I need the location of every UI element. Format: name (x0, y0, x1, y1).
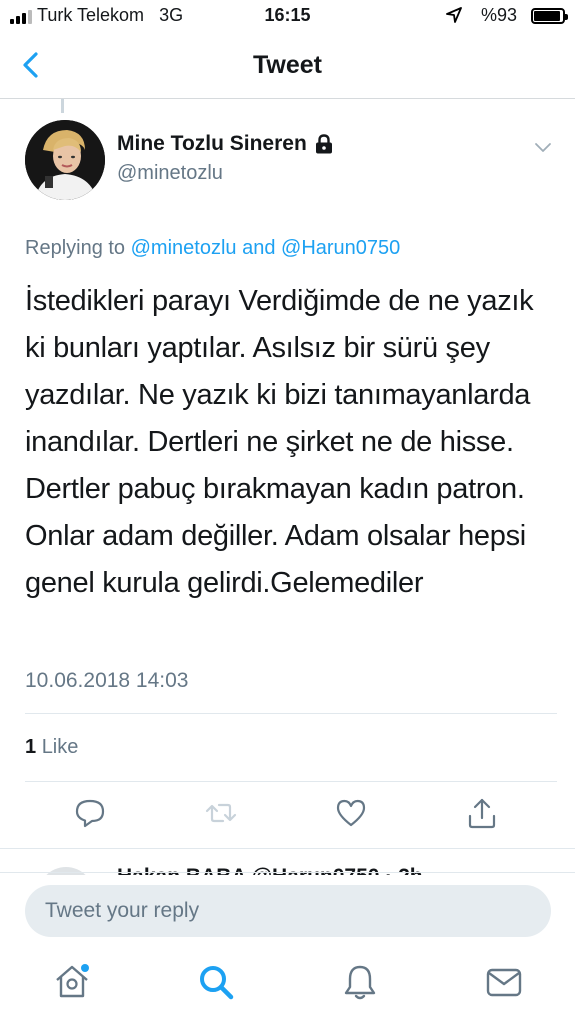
tab-bar (0, 944, 575, 1024)
notifications-icon[interactable] (340, 962, 380, 1002)
location-arrow-icon (446, 7, 462, 23)
likes-count[interactable]: 1 Like (25, 736, 78, 759)
new-content-dot (81, 964, 89, 972)
author-handle[interactable]: @minetozlu (117, 162, 223, 185)
reply-icon[interactable] (73, 796, 107, 830)
lock-icon (315, 134, 332, 154)
replying-conjunction[interactable]: and (242, 237, 275, 259)
reply-input[interactable]: Tweet your reply (25, 885, 551, 937)
avatar-photo (25, 120, 105, 200)
reply-header: Hakan BABA @Harun0750 · 2h (117, 865, 423, 875)
battery-percent: %93 (480, 5, 517, 25)
author-name-row[interactable]: Mine Tozlu Sineren (117, 132, 333, 156)
divider (0, 872, 575, 873)
reply-avatar (38, 867, 94, 875)
like-count-number: 1 (25, 736, 37, 758)
avatar[interactable] (25, 120, 105, 200)
mention-link[interactable]: @Harun0750 (281, 237, 400, 259)
replying-prefix: Replying to (25, 237, 126, 259)
mention-link[interactable]: @minetozlu (131, 237, 237, 259)
search-icon[interactable] (196, 962, 236, 1002)
replying-to-line: Replying to @minetozlu and @Harun0750 (25, 237, 400, 260)
messages-icon[interactable] (484, 962, 524, 1002)
like-count-label: Like (41, 736, 79, 758)
tweet-text: İstedikleri parayı Verdiğimde de ne yazı… (25, 285, 534, 599)
divider (25, 781, 557, 782)
battery-icon (531, 8, 568, 24)
status-bar: Turk Telekom 3G 16:15 %93 (0, 0, 575, 34)
tweet-timestamp: 10.06.2018 14:03 (25, 669, 189, 692)
thread-connector-line (61, 99, 64, 113)
reply-placeholder: Tweet your reply (45, 899, 200, 922)
divider (25, 713, 557, 714)
share-icon[interactable] (465, 796, 499, 830)
divider (0, 848, 575, 849)
navigation-header: Tweet (0, 34, 575, 99)
author-display-name[interactable]: Mine Tozlu Sineren (117, 132, 307, 156)
tweet-action-bar (0, 796, 575, 836)
page-title: Tweet (253, 51, 322, 79)
chevron-down-icon[interactable] (532, 136, 554, 158)
heart-icon[interactable] (334, 796, 368, 830)
retweet-icon (205, 803, 237, 823)
